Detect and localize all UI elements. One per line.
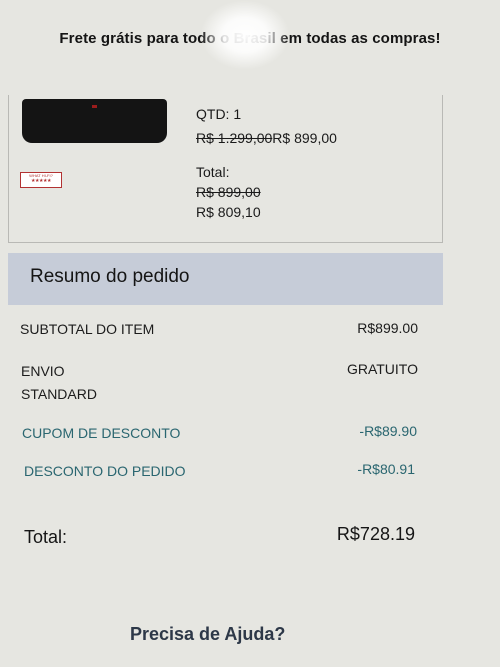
order-total-value: R$728.19 xyxy=(336,524,415,544)
coupon-discount-label: CUPOM DE DESCONTO xyxy=(22,425,181,441)
shipping-value: GRATUITO xyxy=(346,361,418,377)
coupon-discount-value: -R$89.90 xyxy=(359,423,417,439)
product-image[interactable] xyxy=(22,99,167,143)
help-link[interactable]: Precisa de Ajuda? xyxy=(130,624,285,645)
product-led xyxy=(92,105,97,108)
item-price-info: QTD: 1 R$ 1.299,00R$ 899,00 Total: R$ 89… xyxy=(196,104,337,222)
order-total-label: Total: xyxy=(24,527,68,547)
shipping-method: STANDARD xyxy=(21,386,97,402)
subtotal-label: SUBTOTAL DO ITEM xyxy=(20,321,155,337)
shipping-label: ENVIO xyxy=(21,363,65,379)
item-total-original: R$ 899,00 xyxy=(196,184,261,200)
order-summary-title: Resumo do pedido xyxy=(30,266,190,287)
subtotal-value: R$899.00 xyxy=(357,320,418,336)
item-original-price: R$ 1.299,00 xyxy=(196,130,273,146)
item-price: R$ 899,00 xyxy=(272,130,337,146)
award-badge-icon: WHAT HI-FI? ★★★★★ xyxy=(20,172,62,188)
screen-glare xyxy=(200,0,290,70)
order-discount-value: -R$80.91 xyxy=(357,461,415,477)
item-total-label: Total: xyxy=(196,164,230,180)
order-discount-label: DESCONTO DO PEDIDO xyxy=(24,463,186,479)
item-quantity: QTD: 1 xyxy=(196,106,242,122)
item-total-final: R$ 809,10 xyxy=(196,204,261,220)
